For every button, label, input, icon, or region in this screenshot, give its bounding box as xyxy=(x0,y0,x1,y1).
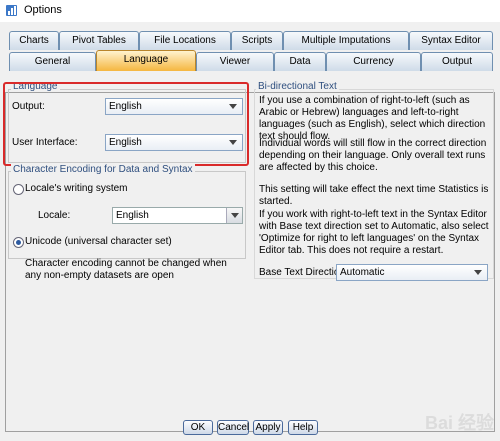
locale-dropdown[interactable]: English xyxy=(112,207,243,224)
watermark: Bai 经验 xyxy=(424,413,494,433)
tab-pivot-tables[interactable]: Pivot Tables xyxy=(59,31,139,50)
tab-language[interactable]: Language xyxy=(96,50,196,71)
unicode-radio[interactable] xyxy=(13,237,24,248)
bidi-paragraph-1: If you use a combination of right-to-lef… xyxy=(259,95,486,142)
ok-button[interactable]: OK xyxy=(183,420,213,435)
bidi-paragraph-4: If you work with right-to-left text in t… xyxy=(259,209,489,256)
encoding-note: Character encoding cannot be changed whe… xyxy=(25,258,227,281)
tab-file-locations[interactable]: File Locations xyxy=(139,31,231,50)
bidi-paragraph-3: This setting will take effect the next t… xyxy=(259,184,489,207)
locale-radio[interactable] xyxy=(13,184,24,195)
title-bar: Options xyxy=(0,0,500,22)
base-text-direction-label: Base Text Direction: xyxy=(259,267,348,278)
locale-label: Locale: xyxy=(38,210,71,221)
help-button[interactable]: Help xyxy=(288,420,318,435)
window-title: Options xyxy=(24,4,62,16)
tab-scripts[interactable]: Scripts xyxy=(231,31,283,50)
unicode-option-label[interactable]: Unicode (universal character set) xyxy=(25,236,172,247)
tab-data[interactable]: Data xyxy=(274,52,326,71)
locale-value: English xyxy=(116,210,149,221)
cancel-button[interactable]: Cancel xyxy=(217,420,249,435)
encoding-group-label: Character Encoding for Data and Syntax xyxy=(11,164,195,175)
tab-currency[interactable]: Currency xyxy=(326,52,421,71)
chevron-down-icon xyxy=(474,270,482,275)
base-text-direction-value: Automatic xyxy=(340,267,385,278)
chevron-down-icon xyxy=(231,213,239,218)
tab-general[interactable]: General xyxy=(9,52,96,71)
tab-charts[interactable]: Charts xyxy=(9,31,59,50)
options-app-icon xyxy=(6,5,17,16)
red-highlight-box xyxy=(3,82,249,166)
locale-dropdown-button[interactable] xyxy=(226,208,242,223)
tab-syntax-editor[interactable]: Syntax Editor xyxy=(409,31,493,50)
tab-output[interactable]: Output xyxy=(421,52,493,71)
apply-button[interactable]: Apply xyxy=(253,420,283,435)
bidi-paragraph-2: Individual words will still flow in the … xyxy=(259,138,487,173)
tab-viewer[interactable]: Viewer xyxy=(196,52,274,71)
base-text-direction-dropdown[interactable]: Automatic xyxy=(336,264,488,281)
tab-multiple-imputations[interactable]: Multiple Imputations xyxy=(283,31,409,50)
bidi-group-label: Bi-directional Text xyxy=(256,81,339,92)
locale-option-label[interactable]: Locale's writing system xyxy=(25,183,128,194)
